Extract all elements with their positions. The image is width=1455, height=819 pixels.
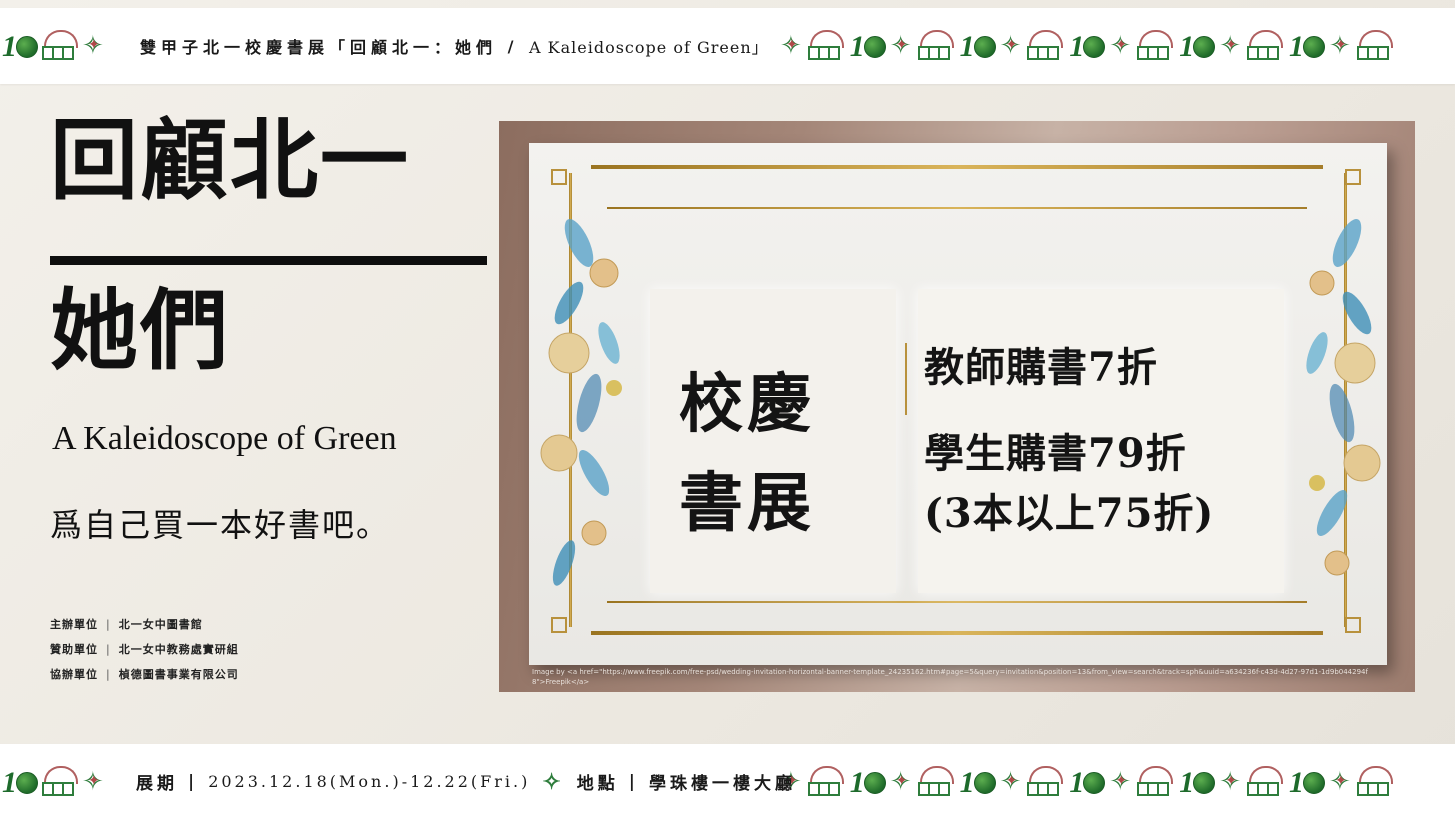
anniversary-120-logo-icon: 1 [958, 762, 996, 802]
info-separator: | [188, 771, 199, 792]
organizer-separator: | [106, 618, 111, 631]
star-ornament-icon: ✧ [780, 33, 802, 59]
bulk-discount: (3本以上75折) [924, 490, 1215, 537]
organizer-role: 協辦單位 [50, 668, 98, 681]
info-separator: | [628, 771, 639, 792]
school-gate-icon [1027, 28, 1064, 64]
school-gate-icon [1137, 28, 1174, 64]
gold-frame-bottom [591, 631, 1323, 635]
organizer-separator: | [106, 643, 111, 656]
school-gate-icon [917, 764, 954, 800]
fair-title: 校慶 書展 [679, 355, 815, 553]
star-ornament-icon: ✧ [82, 769, 104, 795]
star-ornament-icon: ✧ [890, 33, 912, 59]
organizer-separator: | [106, 668, 111, 681]
anniversary-120-logo-icon: 1 [848, 762, 886, 802]
anniversary-120-logo-icon: 1 [0, 762, 38, 802]
star-ornament-icon: ✧ [890, 769, 912, 795]
anniversary-120-logo-icon: 1 [958, 26, 996, 66]
star-ornament-icon: ✧ [1000, 33, 1022, 59]
panel-divider [905, 343, 907, 415]
anniversary-120-logo-icon: 1 [848, 26, 886, 66]
anniversary-120-logo-icon: 1 [1067, 762, 1106, 802]
location-label: 地點 [576, 774, 619, 794]
fair-title-line2: 書展 [679, 466, 815, 542]
anniversary-120-logo-icon: 1 [0, 26, 38, 66]
english-title: A Kaleidoscope of Green [52, 420, 397, 457]
anniversary-120-logo-icon: 1 [1287, 762, 1325, 802]
school-gate-icon [1356, 764, 1393, 800]
star-ornament-icon: ✧ [1109, 33, 1131, 59]
page-subtitle: 她們 [50, 278, 231, 382]
organizer-role: 贊助單位 [50, 643, 98, 656]
teacher-discount: 教師購書7折 [924, 344, 1158, 391]
ornament-motif: 1 ✧ [0, 8, 110, 84]
school-gate-icon [807, 28, 844, 64]
anniversary-120-logo-icon: 1 [1067, 26, 1106, 66]
book-fair-poster: 校慶 書展 教師購書7折 學生購書79折 (3本以上75折) Image by … [499, 121, 1415, 692]
ornament-strip-top-right: ✧1 ✧1 ✧1 ✧1 ✧1 ✧ [780, 8, 1397, 84]
organizer-name: 北一女中圖書館 [118, 618, 203, 631]
school-gate-icon [1356, 28, 1393, 64]
corner-ornament [551, 169, 567, 185]
gold-frame-inner-bottom [607, 601, 1307, 603]
exhibition-info-banner: 展期 | 2023.12.18(Mon.)-12.22(Fri.) ✧ 地點 |… [136, 744, 792, 819]
page-title: 回顧北一 [50, 108, 411, 212]
ornament-strip-top: 1 ✧ [0, 8, 110, 84]
invitation-card [529, 143, 1387, 665]
top-banner: 1✧ ✧1 ✧1 ✧1 ✧1 ✧1 ✧ 雙甲子北一校慶書展「回顧北一：她們 / … [0, 8, 1455, 84]
organizer-host: 主辦單位 | 北一女中圖書館 [50, 616, 203, 632]
title-divider [50, 256, 487, 265]
student-discount: 學生購書79折 [924, 430, 1187, 477]
corner-ornament [1345, 169, 1361, 185]
image-credit: Image by <a href="https://www.freepik.co… [532, 668, 1368, 686]
organizer-co-host: 協辦單位 | 楨德圖書事業有限公司 [50, 666, 239, 682]
star-ornament-icon: ✧ [1219, 769, 1241, 795]
school-gate-icon [1246, 28, 1283, 64]
floral-left-decoration [540, 219, 622, 586]
period-value: 2023.12.18(Mon.)-12.22(Fri.) [208, 772, 531, 791]
corner-ornament [1345, 617, 1361, 633]
anniversary-120-logo-icon: 1 [1287, 26, 1325, 66]
banner-title-en: A Kaleidoscope of Green」 [529, 38, 769, 57]
star-ornament-icon: ✧ [1329, 33, 1351, 59]
organizer-sponsor: 贊助單位 | 北一女中教務處實研組 [50, 641, 239, 657]
ornament-strip-bottom-right: ✧1 ✧1 ✧1 ✧1 ✧1 ✧ [780, 744, 1397, 819]
star-ornament-icon: ✧ [1000, 769, 1022, 795]
slogan: 爲自己買一本好書吧。 [50, 506, 391, 544]
star-ornament-icon: ✧ [542, 768, 565, 795]
banner-title-zh: 雙甲子北一校慶書展「回顧北一：她們 [140, 38, 498, 57]
school-gate-icon [917, 28, 954, 64]
school-gate-icon [1246, 764, 1283, 800]
organizer-name: 北一女中教務處實研組 [118, 643, 239, 656]
star-ornament-icon: ✧ [82, 33, 104, 59]
gold-frame-top [591, 165, 1323, 169]
star-ornament-icon: ✧ [1109, 769, 1131, 795]
ornament-strip-bottom: 1 ✧ [0, 744, 110, 819]
corner-ornament [551, 617, 567, 633]
star-ornament-icon: ✧ [1219, 33, 1241, 59]
fair-title-line1: 校慶 [679, 367, 815, 442]
star-ornament-icon: ✧ [1329, 769, 1351, 795]
anniversary-120-logo-icon: 1 [1177, 762, 1216, 802]
school-gate-icon [1027, 764, 1064, 800]
anniversary-120-logo-icon: 1 [1177, 26, 1216, 66]
bottom-banner: 1✧ ✧1 ✧1 ✧1 ✧1 ✧1 ✧ 展期 | 2023.12.18(Mon.… [0, 744, 1455, 819]
location-value: 學珠樓一樓大廳 [648, 774, 796, 794]
gold-frame-inner-top [607, 207, 1307, 209]
organizer-name: 楨德圖書事業有限公司 [118, 668, 239, 681]
school-gate-icon [1137, 764, 1174, 800]
school-gate-icon [42, 764, 78, 800]
exhibition-title-banner: 雙甲子北一校慶書展「回顧北一：她們 / A Kaleidoscope of Gr… [140, 8, 780, 84]
school-gate-icon [42, 28, 78, 64]
organizer-role: 主辦單位 [50, 618, 98, 631]
period-label: 展期 [136, 774, 178, 794]
floral-right-decoration [1306, 219, 1381, 576]
school-gate-icon [807, 764, 844, 800]
banner-slash: / [497, 36, 529, 56]
